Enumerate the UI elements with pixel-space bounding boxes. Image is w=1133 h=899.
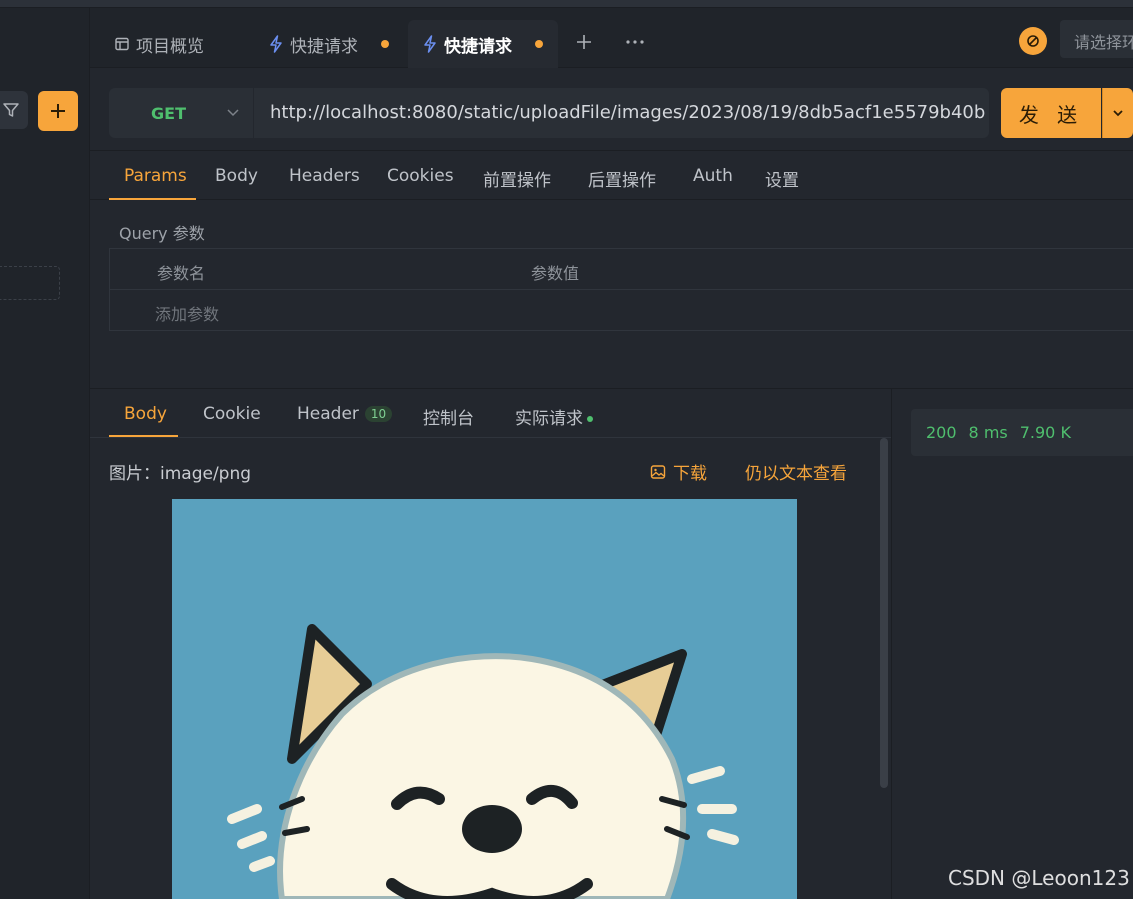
header-count-badge: 10	[364, 406, 393, 422]
response-tab-console[interactable]: 控制台	[423, 404, 474, 429]
chevron-down-icon	[1113, 110, 1123, 117]
more-icon	[626, 40, 644, 44]
tab-headers[interactable]: Headers	[289, 166, 360, 186]
response-tabs: Body Cookie Header 10 控制台 实际请求	[90, 389, 891, 438]
tab-label: 项目概览	[136, 36, 204, 57]
filter-button[interactable]	[0, 91, 28, 129]
status-code: 200	[926, 423, 957, 442]
response-tab-header[interactable]: Header 10	[297, 404, 393, 424]
image-type-label: 图片：image/png	[109, 464, 252, 484]
response-tab-body[interactable]: Body	[124, 404, 167, 424]
tab-label: 快捷请求	[444, 36, 512, 57]
add-param-input[interactable]: 添加参数	[155, 301, 219, 325]
send-button[interactable]: 发 送	[1001, 88, 1101, 138]
tab-quick-request[interactable]: 快捷请求	[258, 20, 408, 68]
response-status-bar: 200 8 ms 7.90 K	[911, 409, 1133, 456]
url-input[interactable]: http://localhost:8080/static/uploadFile/…	[270, 88, 985, 138]
tab-quick-request-active[interactable]: 快捷请求	[408, 20, 558, 68]
unsaved-dot	[535, 40, 543, 48]
dog-illustration	[172, 499, 797, 899]
response-size: 7.90 K	[1019, 423, 1071, 442]
scrollbar[interactable]	[880, 438, 888, 788]
window-top-strip	[0, 0, 1133, 8]
active-tab-indicator	[109, 198, 196, 200]
plus-icon	[577, 35, 591, 49]
active-response-tab-indicator	[109, 435, 178, 437]
column-header-name: 参数名	[157, 264, 206, 283]
params-header-row: 参数名 参数值	[110, 249, 1133, 290]
filter-icon	[3, 103, 19, 117]
new-tab-button[interactable]	[575, 32, 593, 57]
method-label: GET	[151, 103, 186, 123]
tab-pre-request[interactable]: 前置操作	[483, 166, 551, 191]
response-tab-cookie[interactable]: Cookie	[203, 404, 261, 424]
left-sidebar	[0, 8, 90, 899]
send-options-button[interactable]	[1102, 88, 1133, 138]
tree-placeholder	[0, 266, 60, 300]
lightning-icon	[270, 35, 282, 53]
response-tab-actual-request-label: 实际请求	[515, 409, 583, 429]
chevron-down-icon	[227, 109, 239, 117]
status-dot	[587, 416, 593, 422]
response-tab-header-label: Header	[297, 404, 359, 424]
query-params-title: Query 参数	[119, 224, 205, 243]
tab-body[interactable]: Body	[215, 166, 258, 186]
tab-label: 快捷请求	[290, 36, 358, 57]
tab-params[interactable]: Params	[124, 166, 187, 186]
lightning-icon	[424, 35, 436, 53]
response-time: 8 ms	[968, 423, 1008, 442]
tab-post-request[interactable]: 后置操作	[588, 166, 656, 191]
environment-select[interactable]: 请选择环境	[1060, 20, 1133, 58]
overview-icon	[115, 37, 129, 51]
tab-project-overview[interactable]: 项目概览	[104, 20, 254, 68]
environment-button[interactable]	[1019, 27, 1047, 55]
download-label: 下载	[673, 464, 707, 484]
view-as-text-button[interactable]: 仍以文本查看	[745, 459, 847, 484]
unsaved-dot	[381, 40, 389, 48]
tab-settings[interactable]: 设置	[765, 166, 799, 191]
response-tab-actual-request[interactable]: 实际请求	[515, 404, 593, 429]
more-tabs-button[interactable]	[625, 28, 645, 52]
add-button[interactable]	[38, 91, 78, 131]
watermark: CSDN @Leoon123	[948, 866, 1130, 890]
plus-icon	[51, 104, 65, 118]
download-button[interactable]: 下载	[650, 459, 707, 484]
params-table: 参数名 参数值 添加参数	[109, 248, 1133, 331]
image-download-icon	[650, 464, 666, 479]
request-url-bar: GET http://localhost:8080/static/uploadF…	[109, 88, 989, 138]
image-preview	[172, 499, 797, 899]
response-divider	[891, 389, 892, 899]
tab-cookies[interactable]: Cookies	[387, 166, 454, 186]
column-header-value: 参数值	[531, 264, 580, 283]
request-tabs: Params Body Headers Cookies 前置操作 后置操作 Au…	[90, 150, 1133, 200]
no-environment-icon	[1027, 35, 1039, 47]
tab-bar: 项目概览 快捷请求 快捷请求 请选择环境	[90, 8, 1133, 68]
tab-auth[interactable]: Auth	[693, 166, 733, 186]
